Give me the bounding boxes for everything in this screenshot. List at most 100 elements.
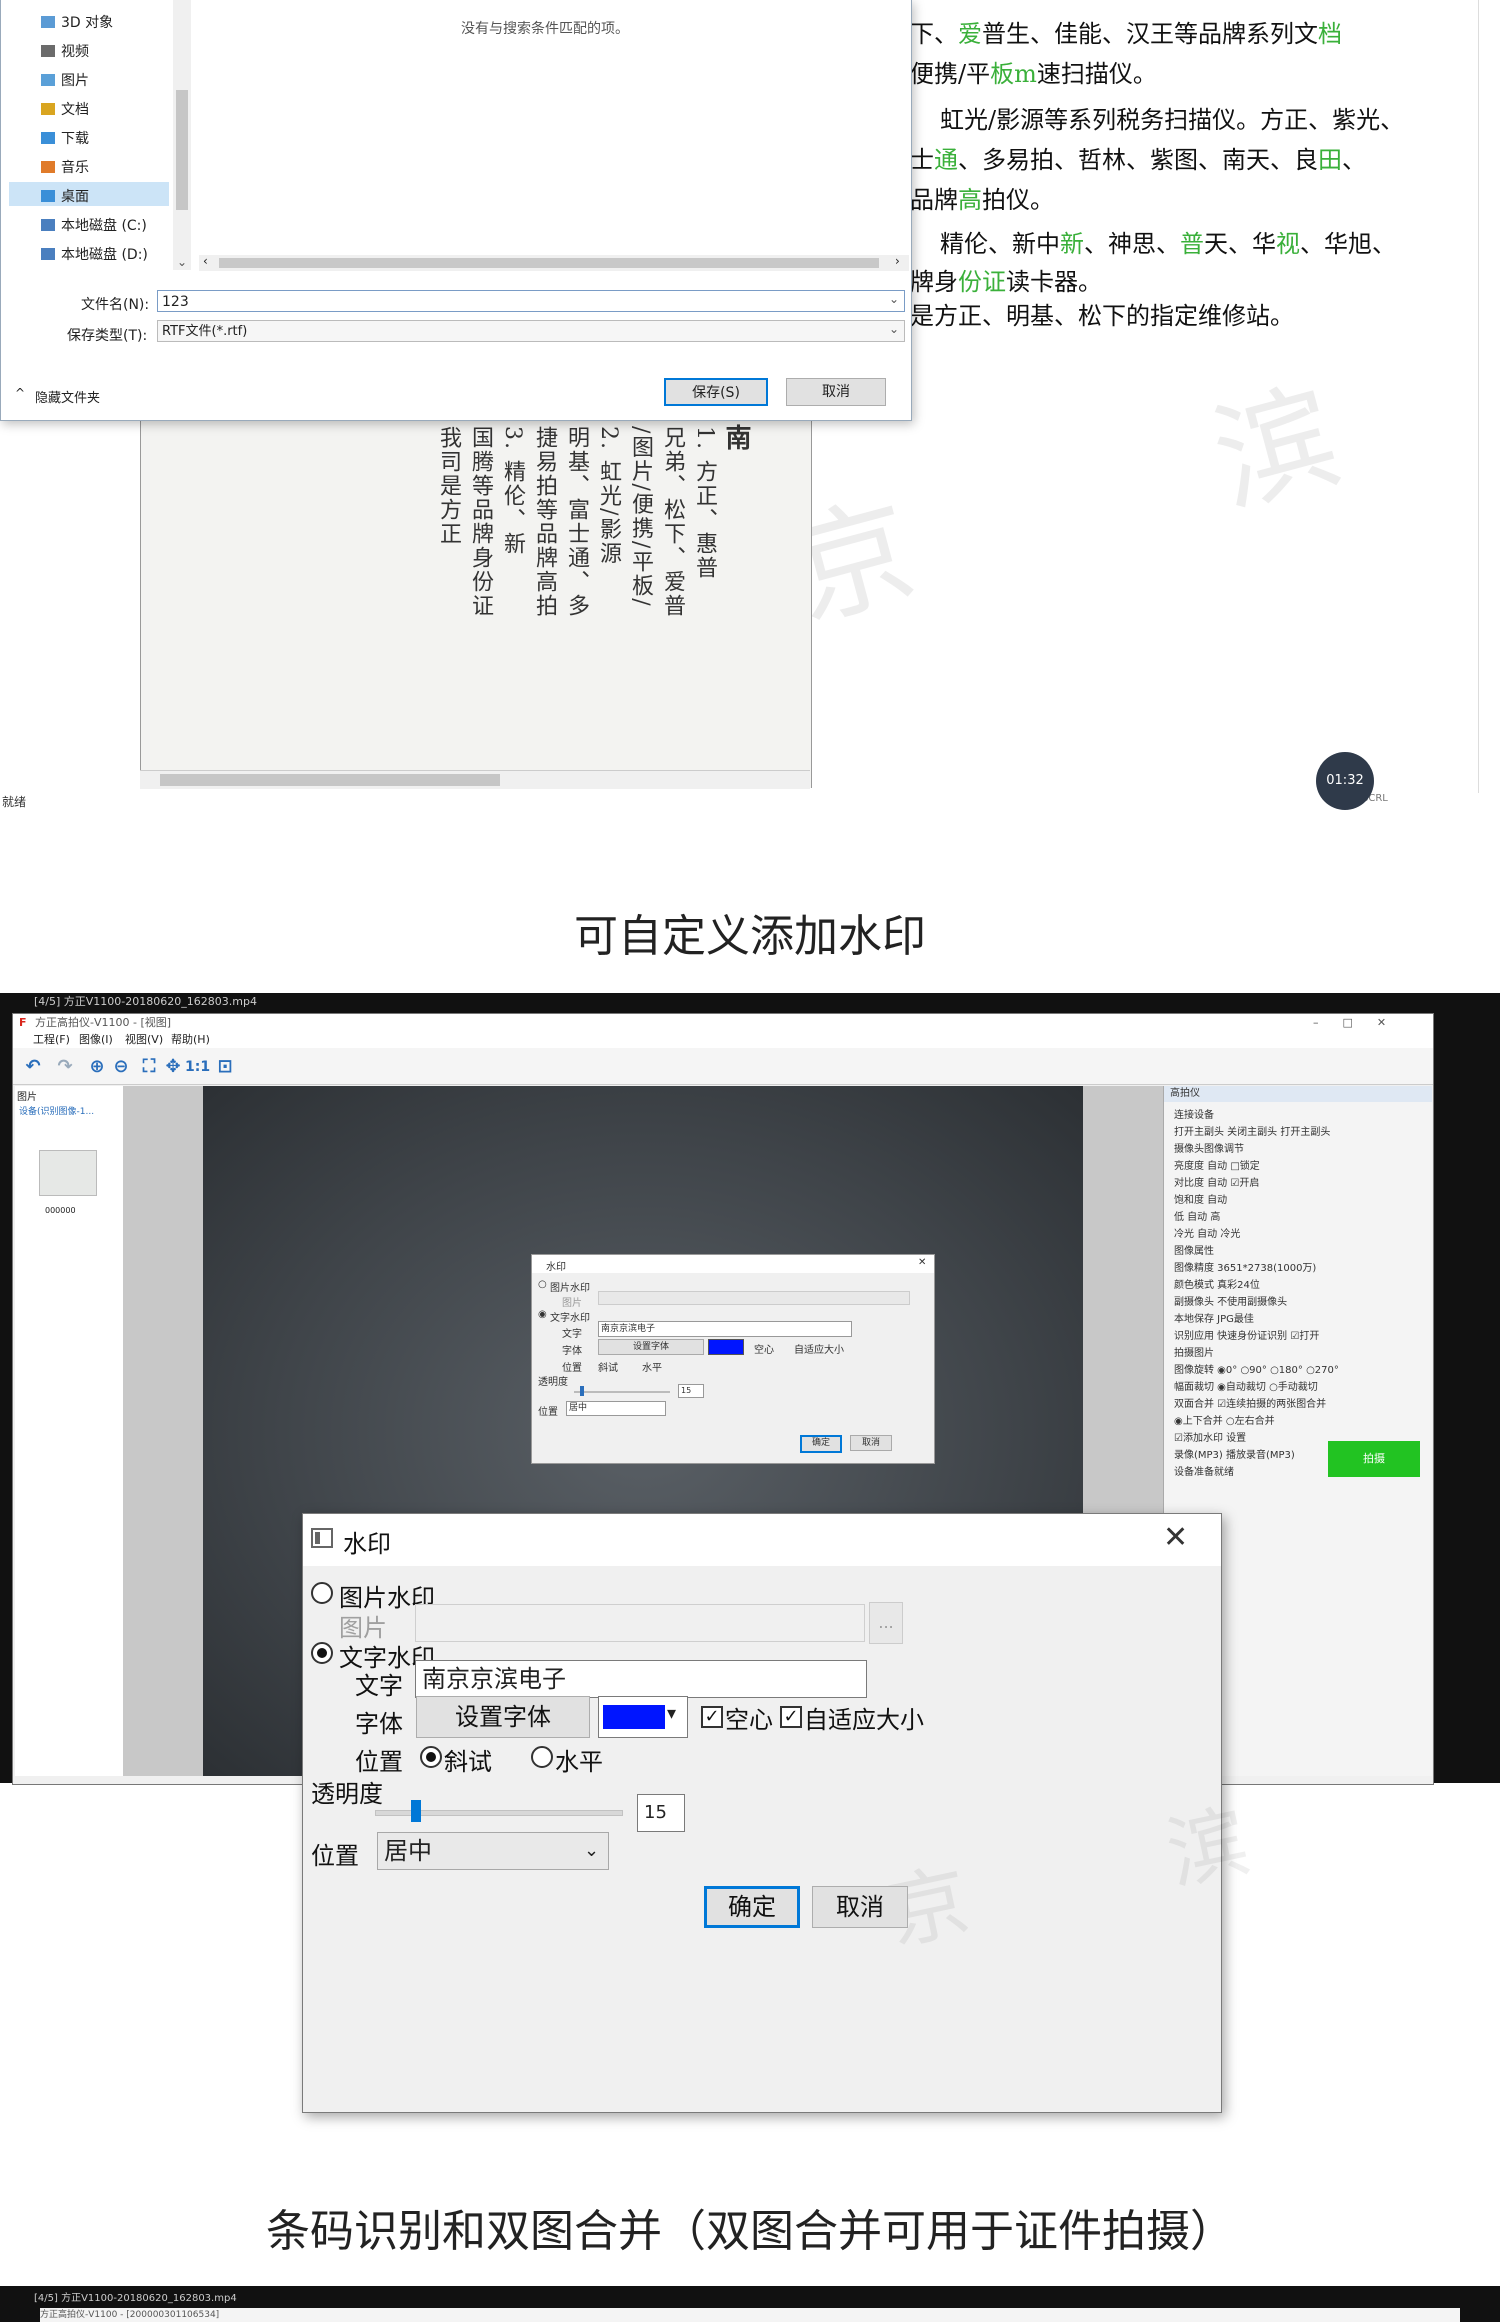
- italic-radio[interactable]: [420, 1746, 442, 1768]
- set-font-button-small[interactable]: 设置字体: [598, 1339, 704, 1355]
- auto-size-checkbox[interactable]: 自适应大小: [794, 1341, 844, 1356]
- settings-row[interactable]: 拍摄图片: [1174, 1344, 1214, 1359]
- opacity-slider-track[interactable]: [574, 1391, 670, 1393]
- position-select[interactable]: 居中 ⌄: [377, 1832, 609, 1870]
- settings-row[interactable]: 录像(MP3) 播放录音(MP3): [1174, 1446, 1295, 1461]
- settings-row[interactable]: 本地保存 JPG最佳: [1174, 1310, 1254, 1325]
- image-watermark-radio[interactable]: [311, 1582, 333, 1604]
- ok-button[interactable]: 确定: [704, 1886, 800, 1928]
- scroll-left-icon[interactable]: ‹: [203, 254, 208, 268]
- cancel-button[interactable]: 取消: [812, 1886, 908, 1928]
- settings-row[interactable]: 设备准备就绪: [1174, 1463, 1234, 1478]
- scrollbar-thumb[interactable]: [219, 258, 879, 268]
- settings-row[interactable]: 低 自动 高: [1174, 1208, 1220, 1223]
- scrollbar-thumb[interactable]: [176, 90, 188, 210]
- window-controls[interactable]: –□✕: [1313, 1014, 1410, 1032]
- save-button[interactable]: 保存(S): [664, 378, 768, 406]
- hide-folders-toggle[interactable]: 隐藏文件夹: [35, 387, 100, 406]
- hollow-checkbox[interactable]: 空心: [754, 1341, 774, 1356]
- settings-row[interactable]: 副摄像头 不使用副摄像头: [1174, 1293, 1287, 1308]
- scrollbar-thumb[interactable]: [160, 774, 500, 786]
- text-watermark-radio[interactable]: ◉: [538, 1309, 547, 1320]
- device-label[interactable]: 设备(识别图像-1...: [19, 1104, 94, 1117]
- settings-row[interactable]: 对比度 自动 ☑开启: [1174, 1174, 1259, 1189]
- chevron-down-icon[interactable]: ⌄: [584, 1833, 599, 1869]
- menu-item[interactable]: 视图(V): [125, 1032, 163, 1048]
- color-picker-small[interactable]: [708, 1339, 744, 1355]
- opacity-slider-thumb[interactable]: [580, 1386, 584, 1396]
- horizontal-scrollbar[interactable]: [140, 770, 810, 789]
- chevron-down-icon[interactable]: ⌄: [889, 292, 899, 306]
- settings-row[interactable]: 打开主副头 关闭主副头 打开主副头: [1174, 1123, 1330, 1138]
- settings-row[interactable]: 图像精度 3651*2738(1000万): [1174, 1259, 1316, 1274]
- menu-item[interactable]: 帮助(H): [171, 1032, 210, 1048]
- position-select-small[interactable]: 居中: [566, 1401, 666, 1416]
- watermark-text-input[interactable]: 南京京滨电子: [415, 1660, 867, 1698]
- nav-item[interactable]: 图片: [41, 70, 89, 90]
- chevron-down-icon[interactable]: ⌄: [889, 322, 899, 336]
- actual-size-icon[interactable]: 1:1: [185, 1056, 210, 1078]
- fit-icon[interactable]: ⛶: [137, 1056, 161, 1078]
- set-font-button[interactable]: 设置字体: [416, 1696, 590, 1738]
- settings-row[interactable]: ☑添加水印 设置: [1174, 1429, 1246, 1444]
- text-input-small[interactable]: 南京京滨电子: [598, 1321, 852, 1337]
- close-icon[interactable]: ✕: [1163, 1520, 1188, 1555]
- cancel-button[interactable]: 取消: [786, 378, 886, 406]
- nav-item[interactable]: 本地磁盘 (C:): [41, 215, 147, 235]
- folder-icon: [41, 16, 55, 28]
- filetype-select[interactable]: RTF文件(*.rtf): [157, 320, 905, 342]
- horizontal-radio[interactable]: [531, 1746, 553, 1768]
- scroll-right-icon[interactable]: ›: [895, 254, 900, 268]
- hollow-checkbox[interactable]: ✓: [701, 1706, 723, 1728]
- text-watermark-radio[interactable]: [311, 1642, 333, 1664]
- fullscreen-icon[interactable]: ⊡: [213, 1056, 237, 1078]
- opacity-slider-thumb[interactable]: [411, 1800, 421, 1822]
- vertical-scrollbar[interactable]: [1478, 0, 1499, 805]
- chevron-down-icon[interactable]: ⌄: [177, 255, 187, 269]
- nav-item[interactable]: 桌面: [41, 186, 89, 206]
- settings-row[interactable]: 图像属性: [1174, 1242, 1214, 1257]
- settings-row[interactable]: 摄像头图像调节: [1174, 1140, 1244, 1155]
- nav-item[interactable]: 3D 对象: [41, 12, 113, 32]
- settings-row[interactable]: 幅面裁切 ◉自动裁切 ○手动裁切: [1174, 1378, 1318, 1393]
- horizontal-radio[interactable]: 水平: [642, 1359, 662, 1374]
- close-icon[interactable]: ✕: [918, 1257, 926, 1268]
- menu-item[interactable]: 工程(F): [33, 1032, 70, 1048]
- color-picker[interactable]: ▾: [598, 1696, 688, 1738]
- dialog-titlebar: 水印 ✕: [303, 1514, 1221, 1566]
- redo-icon[interactable]: ↷: [53, 1056, 77, 1078]
- nav-item[interactable]: 视频: [41, 41, 89, 61]
- nav-scrollbar[interactable]: [173, 0, 191, 270]
- zoom-in-icon[interactable]: ⊕: [85, 1056, 109, 1078]
- nav-item[interactable]: 本地磁盘 (D:): [41, 244, 148, 264]
- zoom-out-icon[interactable]: ⊖: [109, 1056, 133, 1078]
- settings-row[interactable]: 双面合并 ☑连续拍摄的两张图合并: [1174, 1395, 1326, 1410]
- rotate-icon[interactable]: ✥: [161, 1056, 185, 1078]
- menu-item[interactable]: 图像(I): [79, 1032, 113, 1048]
- settings-row[interactable]: ◉上下合并 ○左右合并: [1174, 1412, 1275, 1427]
- settings-row[interactable]: 图像旋转 ◉0° ○90° ○180° ○270°: [1174, 1361, 1339, 1376]
- chevron-up-icon[interactable]: ^: [15, 386, 25, 400]
- opacity-value-small[interactable]: 15: [678, 1384, 704, 1398]
- opacity-value-input[interactable]: 15: [637, 1794, 685, 1832]
- cancel-button-small[interactable]: 取消: [850, 1435, 892, 1451]
- settings-row[interactable]: 冷光 自动 冷光: [1174, 1225, 1240, 1240]
- nav-item[interactable]: 文档: [41, 99, 89, 119]
- image-watermark-radio[interactable]: ○: [538, 1279, 547, 1290]
- filename-input[interactable]: 123: [157, 290, 905, 312]
- settings-row[interactable]: 识别应用 快速身份证识别 ☑打开: [1174, 1327, 1319, 1342]
- settings-row[interactable]: 连接设备: [1174, 1106, 1214, 1121]
- thumbnail-image[interactable]: [39, 1150, 97, 1196]
- chevron-down-icon[interactable]: ▾: [667, 1703, 676, 1724]
- settings-row[interactable]: 饱和度 自动: [1174, 1191, 1227, 1206]
- undo-icon[interactable]: ↶: [21, 1056, 45, 1078]
- settings-row[interactable]: 颜色模式 真彩24位: [1174, 1276, 1260, 1291]
- auto-size-checkbox[interactable]: ✓: [780, 1706, 802, 1728]
- nav-item[interactable]: 下载: [41, 128, 89, 148]
- file-list-scrollbar[interactable]: ‹ ›: [199, 254, 909, 271]
- italic-radio[interactable]: 斜试: [598, 1359, 618, 1374]
- ok-button-small[interactable]: 确定: [800, 1435, 842, 1453]
- capture-button[interactable]: 拍摄: [1328, 1441, 1420, 1477]
- nav-item[interactable]: 音乐: [41, 157, 89, 177]
- settings-row[interactable]: 亮度度 自动 □锁定: [1174, 1157, 1260, 1172]
